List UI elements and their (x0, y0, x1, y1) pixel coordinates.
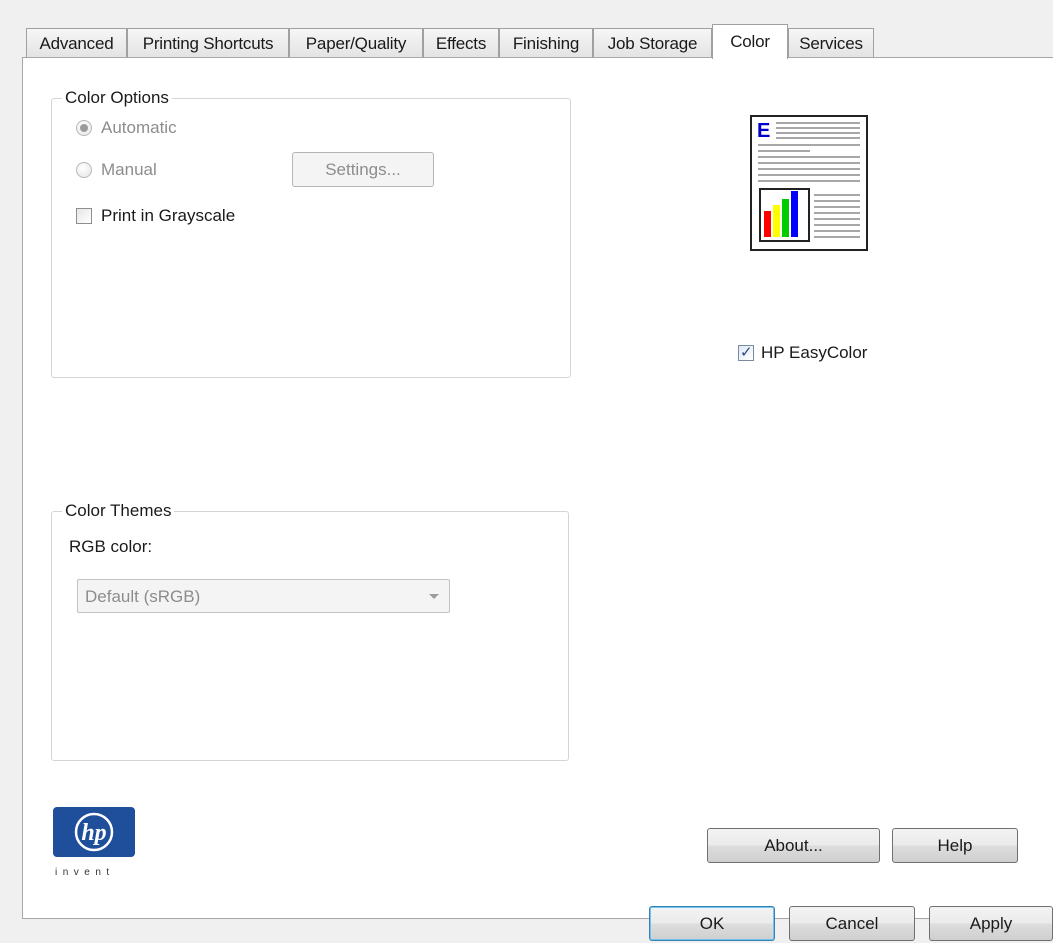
preview-bar (773, 205, 780, 237)
about-button[interactable]: About... (707, 828, 880, 863)
tab-finishing[interactable]: Finishing (499, 28, 593, 58)
tab-services[interactable]: Services (788, 28, 874, 58)
easycolor-label: HP EasyColor (761, 343, 868, 362)
preview-bar (764, 211, 771, 237)
apply-button[interactable]: Apply (929, 906, 1053, 941)
cancel-button[interactable]: Cancel (789, 906, 915, 941)
automatic-radio[interactable] (76, 120, 92, 136)
chevron-down-icon (429, 594, 439, 599)
rgb-color-select[interactable]: Default (sRGB) (77, 579, 450, 613)
color-themes-group: Color Themes RGB color: Default (sRGB) (51, 501, 569, 761)
rgb-color-value: Default (sRGB) (85, 587, 201, 606)
color-tab-panel: Color Options Automatic Manual Settings.… (22, 57, 1053, 919)
grayscale-checkbox[interactable] (76, 208, 92, 224)
grayscale-label: Print in Grayscale (101, 206, 236, 225)
hp-logo: hp invent (53, 807, 135, 878)
ok-button[interactable]: OK (649, 906, 775, 941)
preview-bar (782, 199, 789, 237)
tab-job-storage[interactable]: Job Storage (593, 28, 712, 58)
help-button[interactable]: Help (892, 828, 1018, 863)
color-options-group: Color Options Automatic Manual Settings.… (51, 88, 571, 378)
rgb-color-label: RGB color: (69, 537, 153, 556)
color-themes-title: Color Themes (62, 501, 175, 521)
tab-paper-quality[interactable]: Paper/Quality (289, 28, 423, 58)
tab-printing-shortcuts[interactable]: Printing Shortcuts (127, 28, 289, 58)
preview-bar (791, 191, 798, 237)
color-preview-image: E (750, 115, 868, 251)
check-icon: ✓ (740, 344, 753, 361)
printer-properties-dialog: Advanced Printing Shortcuts Paper/Qualit… (0, 0, 1053, 943)
color-options-title: Color Options (62, 88, 172, 108)
manual-label: Manual (101, 160, 157, 179)
manual-radio[interactable] (76, 162, 92, 178)
hp-logo-mark: hp (81, 820, 106, 846)
tab-effects[interactable]: Effects (423, 28, 499, 58)
tab-advanced[interactable]: Advanced (26, 28, 127, 58)
settings-button[interactable]: Settings... (292, 152, 434, 187)
hp-logo-tagline: invent (55, 867, 115, 878)
easycolor-checkbox[interactable]: ✓ (738, 344, 754, 361)
automatic-label: Automatic (101, 118, 177, 137)
tab-color[interactable]: Color (712, 24, 788, 59)
preview-letter: E (757, 120, 770, 142)
